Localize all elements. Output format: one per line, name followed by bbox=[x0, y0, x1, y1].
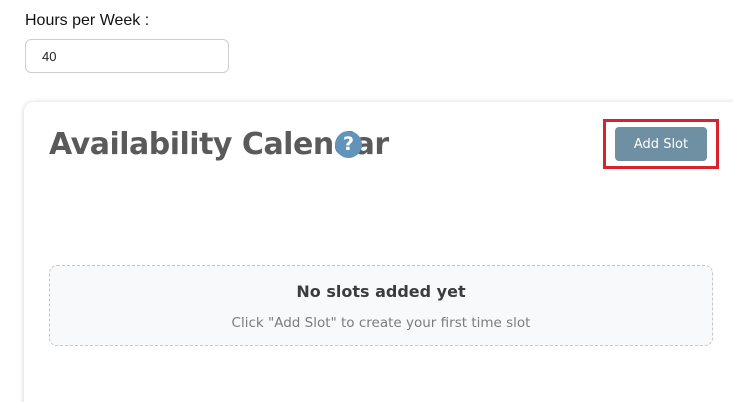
empty-slots-message: No slots added yet Click "Add Slot" to c… bbox=[49, 265, 713, 346]
empty-state-subtitle: Click "Add Slot" to create your first ti… bbox=[231, 315, 531, 331]
hours-per-week-input[interactable] bbox=[25, 39, 229, 73]
hours-per-week-label: Hours per Week : bbox=[25, 12, 150, 29]
availability-calendar-card: Availability Calendar ? Add Slot No slot… bbox=[24, 102, 733, 402]
empty-state-title: No slots added yet bbox=[296, 282, 466, 301]
help-icon[interactable]: ? bbox=[335, 131, 362, 158]
add-slot-button[interactable]: Add Slot bbox=[615, 127, 707, 161]
